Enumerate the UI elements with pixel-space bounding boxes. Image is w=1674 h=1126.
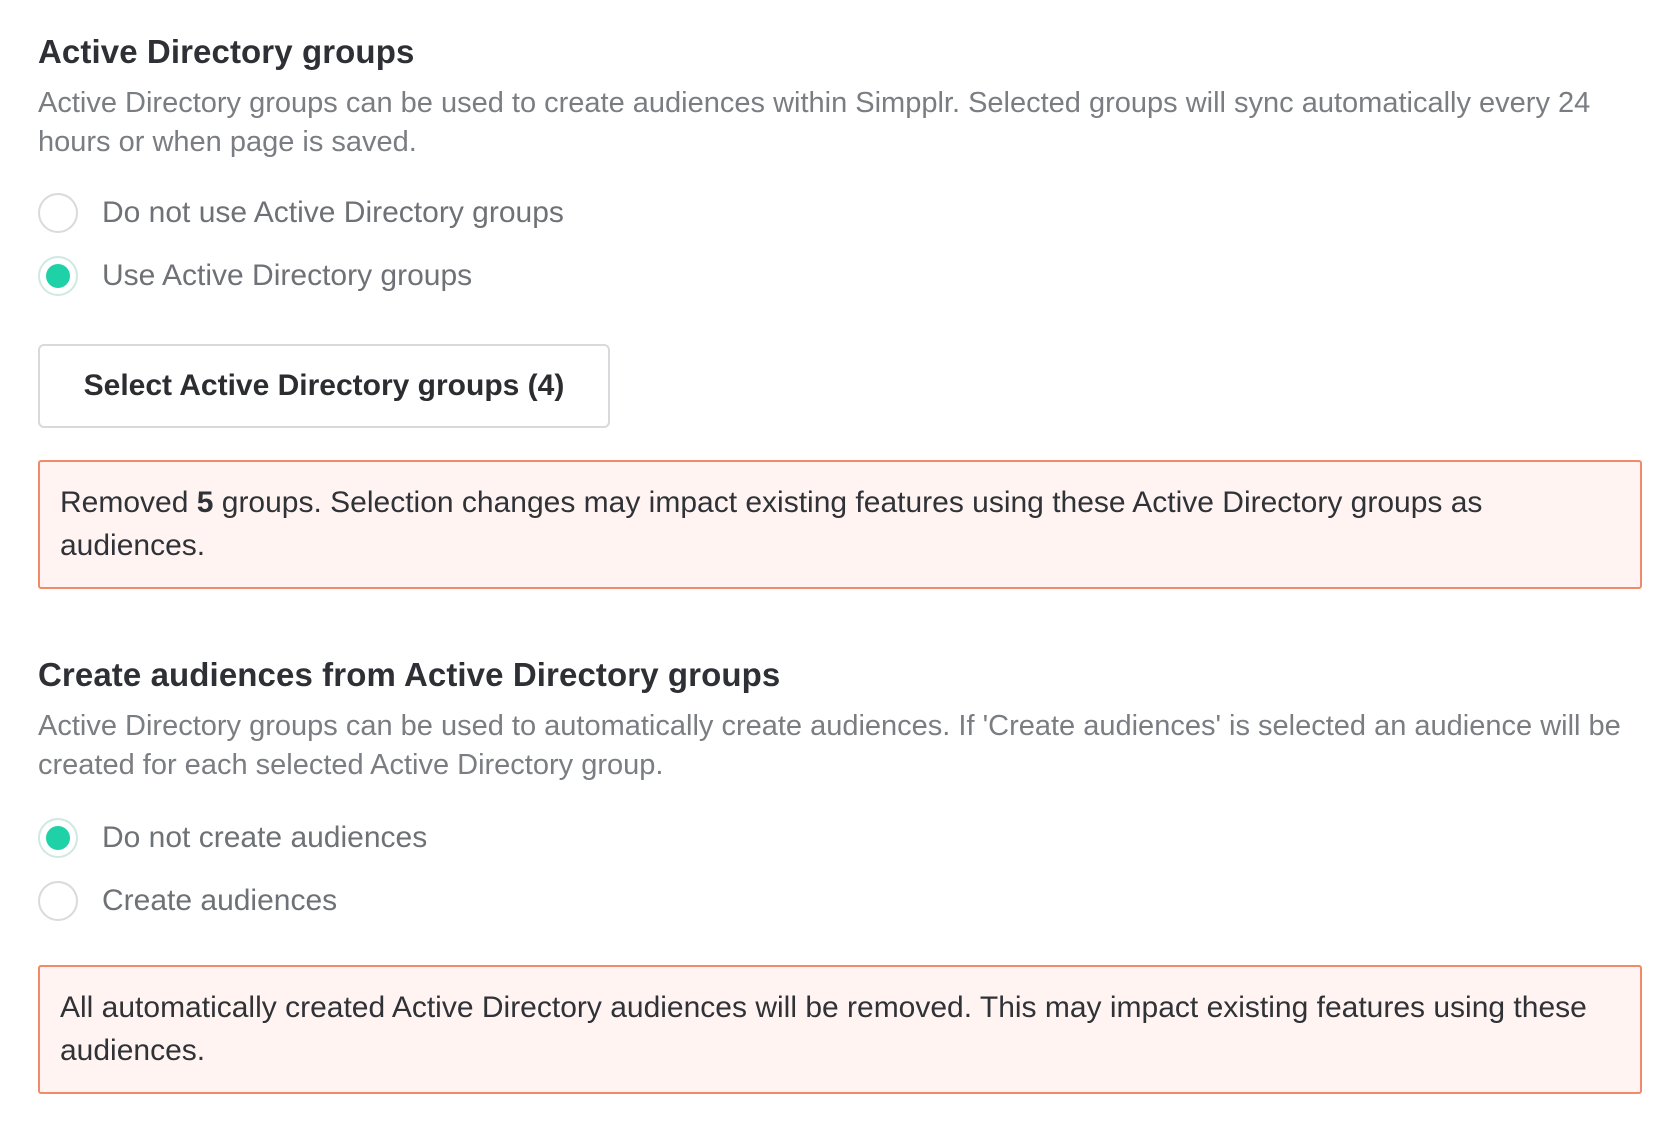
ad-groups-section: Active Directory groups Active Directory… <box>38 28 1642 428</box>
radio-option-do-not-create-audiences[interactable]: Do not create audiences <box>38 817 1642 859</box>
removed-groups-warning: Removed 5 groups. Selection changes may … <box>38 460 1642 589</box>
audiences-removal-warning: All automatically created Active Directo… <box>38 965 1642 1094</box>
ad-groups-radio-group: Do not use Active Directory groups Use A… <box>38 192 1642 297</box>
radio-option-use-ad-groups[interactable]: Use Active Directory groups <box>38 255 1642 297</box>
create-audiences-description: Active Directory groups can be used to a… <box>38 710 1621 781</box>
radio-selected-dot <box>46 264 70 288</box>
audiences-radio-group: Do not create audiences Create audiences <box>38 817 1642 922</box>
radio-button-unchecked[interactable] <box>38 881 78 921</box>
ad-groups-description: Active Directory groups can be used to c… <box>38 87 1591 158</box>
settings-page: Active Directory groups Active Directory… <box>0 0 1674 1126</box>
warning-suffix: groups. Selection changes may impact exi… <box>60 486 1483 562</box>
ad-groups-heading: Active Directory groups <box>38 33 415 70</box>
removed-count: 5 <box>196 486 214 519</box>
radio-label: Create audiences <box>102 884 338 917</box>
select-ad-groups-button[interactable]: Select Active Directory groups (4) <box>38 344 610 428</box>
create-audiences-heading: Create audiences from Active Directory g… <box>38 656 781 693</box>
radio-label: Do not create audiences <box>102 821 428 854</box>
radio-label: Use Active Directory groups <box>102 259 473 292</box>
radio-button-checked[interactable] <box>38 818 78 858</box>
radio-selected-dot <box>46 826 70 850</box>
create-audiences-section: Create audiences from Active Directory g… <box>38 651 1642 943</box>
warning-prefix: Removed <box>60 486 197 519</box>
radio-button-unchecked[interactable] <box>38 193 78 233</box>
radio-option-do-not-use-ad-groups[interactable]: Do not use Active Directory groups <box>38 192 1642 234</box>
radio-label: Do not use Active Directory groups <box>102 196 564 229</box>
radio-option-create-audiences[interactable]: Create audiences <box>38 880 1642 922</box>
radio-button-checked[interactable] <box>38 256 78 296</box>
